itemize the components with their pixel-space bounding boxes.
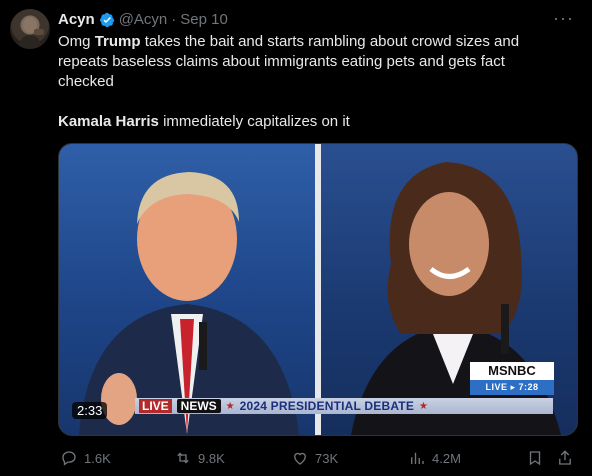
msnbc-logo: MSNBC [470, 362, 554, 380]
bookmark-icon [529, 451, 541, 466]
tweet-paragraph-2: Kamala Harris immediately capitalizes on… [58, 112, 558, 132]
video-player[interactable]: MSNBC LIVE ▸ 7:28 LIVE NEWS ★ 2024 PRESI… [58, 143, 578, 436]
star-icon-2: ★ [419, 400, 429, 412]
star-icon: ★ [225, 400, 235, 412]
tweet-paragraph-1: Omg Trump takes the bait and starts ramb… [58, 32, 558, 92]
avatar[interactable] [10, 9, 50, 49]
debate-title: 2024 PRESIDENTIAL DEBATE [239, 399, 415, 413]
bookmark-button[interactable] [526, 446, 544, 470]
author-name[interactable]: Acyn [58, 11, 95, 28]
tweet[interactable]: Acyn @Acyn · Sep 10 ··· Omg Trump takes … [0, 0, 592, 476]
post-date[interactable]: Sep 10 [180, 11, 228, 28]
msnbc-live-time: LIVE ▸ 7:28 [470, 380, 554, 395]
text-prefix: Omg [58, 33, 95, 50]
live-badge: LIVE [139, 399, 172, 413]
like-count: 73K [315, 450, 339, 466]
debate-lower-third: LIVE NEWS ★ 2024 PRESIDENTIAL DEBATE ★ [135, 398, 553, 414]
view-count: 4.2M [432, 450, 461, 466]
heart-icon [294, 452, 306, 465]
verified-badge-icon[interactable] [99, 12, 115, 28]
video-duration: 2:33 [72, 402, 108, 419]
like-button[interactable]: 73K [291, 446, 338, 470]
left-speaker-image [79, 172, 299, 435]
repost-icon [177, 452, 189, 464]
reply-button[interactable]: 1.6K [60, 446, 111, 470]
video-left-panel [59, 144, 315, 435]
text-bold-harris: Kamala Harris [58, 113, 159, 130]
separator-dot: · [171, 11, 177, 28]
text-bold-trump: Trump [94, 33, 141, 50]
reply-count: 1.6K [84, 450, 111, 466]
share-button[interactable] [556, 446, 574, 470]
share-icon [559, 450, 571, 465]
author-handle[interactable]: @Acyn [119, 11, 168, 28]
views-button[interactable]: 4.2M [408, 446, 461, 470]
repost-button[interactable]: 9.8K [174, 446, 225, 470]
reply-icon [62, 451, 76, 466]
text-rest-2: immediately capitalizes on it [158, 113, 350, 130]
abc-news-logo: NEWS [176, 399, 221, 413]
tweet-actions: 1.6K 9.8K 73K 4.2M [58, 446, 578, 470]
tweet-header: Acyn @Acyn · Sep 10 [58, 11, 228, 28]
views-chart-icon [411, 452, 424, 464]
repost-count: 9.8K [198, 450, 225, 466]
more-options-icon[interactable]: ··· [553, 8, 574, 29]
msnbc-live-bug: MSNBC LIVE ▸ 7:28 [470, 362, 554, 395]
tweet-text: Omg Trump takes the bait and starts ramb… [58, 32, 558, 132]
avatar-image [18, 17, 44, 49]
